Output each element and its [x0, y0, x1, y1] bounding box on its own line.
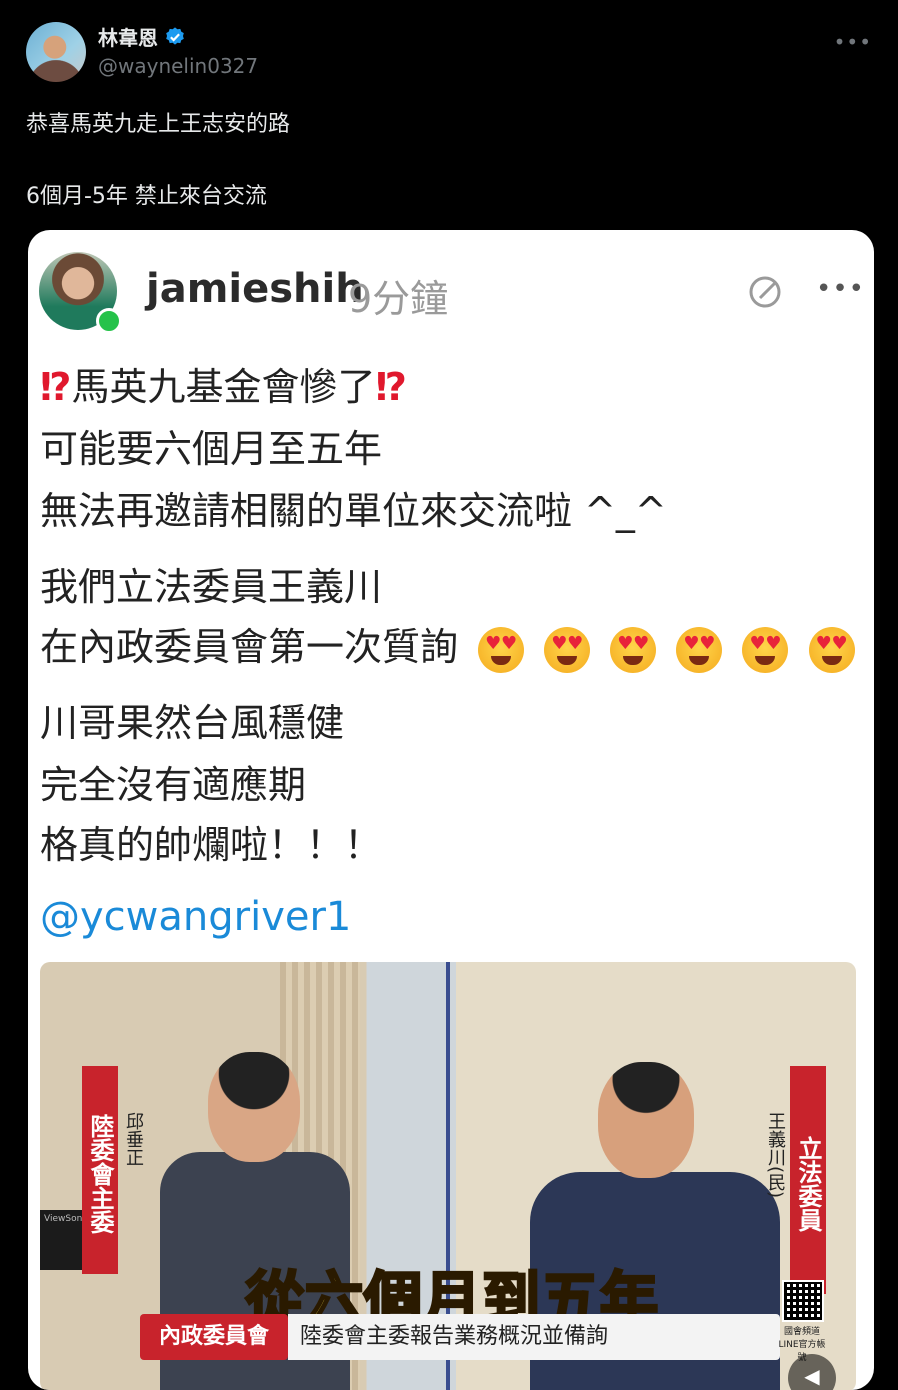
author-name[interactable]: 林韋恩 [98, 22, 158, 51]
post-line-7: 完全沒有適應期 [40, 763, 307, 807]
right-name-label: 王義川(民) [765, 1112, 786, 1199]
post-line-1: ⁉馬英九基金會慘了⁉ [40, 356, 407, 411]
post-line-5: 在內政委員會第一次質詢 [40, 616, 855, 673]
verified-badge-icon [166, 26, 184, 45]
heart-eyes-emoji-icon [544, 626, 591, 673]
right-title-label: 立法委員 [790, 1066, 826, 1294]
agenda-banner: 陸委會主委報告業務概況並備詢 [288, 1314, 780, 1360]
embedded-post-image[interactable]: jamieshih 9分鐘 ••• ⁉馬英九基金會慘了⁉ 可能要六個月至五年 無… [28, 230, 874, 1390]
more-options-icon[interactable]: ••• [834, 30, 872, 54]
post-line-2: 可能要六個月至五年 [40, 427, 383, 471]
committee-banner: 內政委員會 [140, 1314, 288, 1360]
author-avatar[interactable] [26, 22, 86, 82]
left-name-label: 邱垂正 [123, 1112, 144, 1166]
post-line-5-text: 在內政委員會第一次質詢 [40, 625, 459, 669]
post-line-8: 格真的帥爛啦！！！ [40, 823, 383, 867]
edit-icon [749, 276, 781, 308]
heart-eyes-emoji-icon [478, 626, 525, 673]
heart-eyes-emoji-icon [808, 626, 855, 673]
heart-eyes-emoji-icon [676, 626, 723, 673]
author-name-row[interactable]: 林韋恩 [98, 22, 186, 51]
embedded-timestamp: 9分鐘 [348, 277, 449, 321]
post-line-6: 川哥果然台風穩健 [40, 701, 345, 745]
embedded-more-icon: ••• [816, 274, 866, 304]
heart-eyes-emoji-icon [742, 626, 789, 673]
tweet-text-line-1: 恭喜馬英九走上王志安的路 [26, 112, 291, 137]
tweet-text-line-2: 6個月-5年 禁止來台交流 [26, 184, 267, 209]
interrobang-icon: ⁉ [40, 365, 72, 409]
left-title-label: 陸委會主委 [82, 1066, 118, 1274]
post-line-3: 無法再邀請相關的單位來交流啦 ^_^ [40, 489, 667, 533]
qr-code-icon [782, 1280, 824, 1322]
heart-eyes-emoji-icon [610, 626, 657, 673]
post-line-4: 我們立法委員王義川 [40, 565, 383, 609]
author-handle[interactable]: @waynelin0327 [98, 54, 258, 78]
post-line-1-text: 馬英九基金會慘了 [71, 365, 376, 409]
video-thumbnail: ViewSonic 陸委會主委 邱垂正 立法委員 王義川(民) 從六個月到五年 … [40, 962, 856, 1390]
online-status-dot [96, 308, 122, 334]
mention-link: @ycwangriver1 [40, 894, 352, 940]
interrobang-icon: ⁉ [375, 365, 408, 409]
embedded-username: jamieshih [146, 266, 364, 312]
